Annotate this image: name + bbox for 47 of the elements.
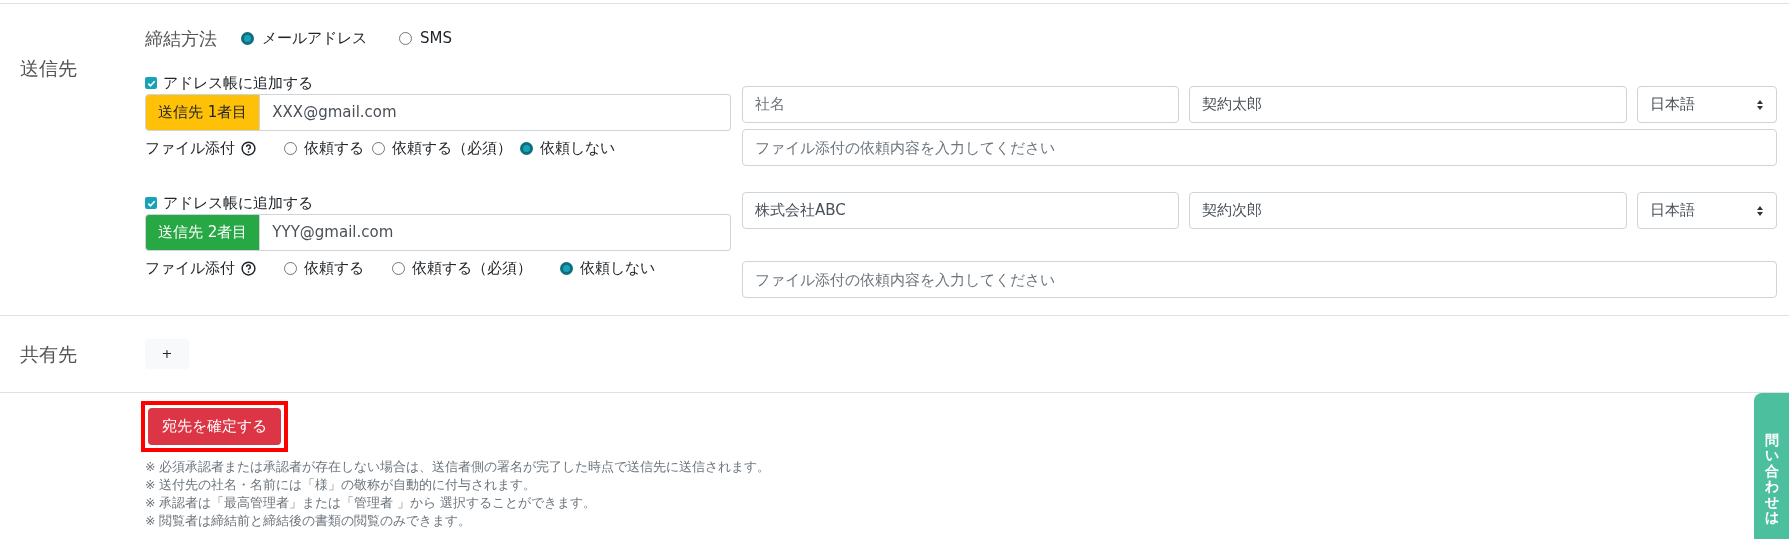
- radio-label: 依頼しない: [580, 257, 655, 279]
- sort-caret-icon: [1756, 98, 1764, 111]
- radio-label: SMS: [420, 27, 452, 49]
- radio-label: 依頼する（必須）: [392, 137, 512, 159]
- radio-label: メールアドレス: [262, 27, 367, 49]
- attachment-label: ファイル添付: [145, 137, 235, 159]
- add-button[interactable]: +: [145, 339, 189, 369]
- method-label: 締結方法: [145, 26, 217, 51]
- company-field[interactable]: 社名: [742, 86, 1179, 123]
- email-field[interactable]: YYY@gmail.com: [260, 214, 731, 251]
- radio-label: 依頼する（必須）: [412, 257, 532, 279]
- note-text: ※ 承認者は「最高管理者」または「管理者 」から 選択することができます。: [145, 494, 597, 512]
- section-label: 送信先: [20, 57, 77, 79]
- attachment-label: ファイル添付: [145, 257, 235, 279]
- confirm-button[interactable]: 宛先を確定する: [148, 408, 281, 445]
- name-field[interactable]: 契約次郎: [1189, 192, 1627, 229]
- radio-label: 依頼する: [304, 257, 364, 279]
- radio-button[interactable]: [560, 261, 573, 275]
- radio-button[interactable]: [520, 141, 533, 155]
- note-text: ※ 閲覧者は締結前と締結後の書類の閲覧のみできます。: [145, 512, 472, 530]
- recipient-badge: 送信先 2者目: [145, 214, 261, 251]
- name-field[interactable]: 契約太郎: [1189, 86, 1627, 123]
- radio-button[interactable]: [399, 31, 412, 45]
- note-text: ※ 必須承認者または承認者が存在しない場合は、送信者側の署名が完了した時点で送信先に送信されます。: [145, 458, 771, 476]
- checkbox-label: アドレス帳に追加する: [163, 192, 313, 214]
- radio-button[interactable]: [392, 261, 405, 275]
- radio-button[interactable]: [284, 261, 297, 275]
- checkbox-label: アドレス帳に追加する: [163, 72, 313, 94]
- company-field[interactable]: 株式会社ABC: [742, 192, 1179, 229]
- section-label: 共有先: [20, 342, 77, 365]
- checkbox[interactable]: [145, 197, 157, 209]
- language-select[interactable]: 日本語: [1637, 86, 1777, 123]
- sort-caret-icon: [1756, 204, 1764, 217]
- language-select[interactable]: 日本語: [1637, 192, 1777, 229]
- checkbox[interactable]: [145, 77, 157, 89]
- radio-label: 依頼しない: [540, 137, 615, 159]
- note-text: ※ 送付先の社名・名前には「様」の敬称が自動的に付与されます。: [145, 476, 537, 494]
- request-field[interactable]: ファイル添付の依頼内容を入力してください: [742, 261, 1777, 298]
- recipient-badge: 送信先 1者目: [145, 94, 261, 131]
- email-field[interactable]: XXX@gmail.com: [260, 94, 731, 131]
- radio-button[interactable]: [372, 141, 385, 155]
- radio-button[interactable]: [241, 31, 254, 45]
- radio-button[interactable]: [284, 141, 297, 155]
- help-icon[interactable]: [241, 260, 256, 276]
- radio-label: 依頼する: [304, 137, 364, 159]
- request-field[interactable]: ファイル添付の依頼内容を入力してください: [742, 129, 1777, 166]
- help-icon[interactable]: [241, 140, 256, 156]
